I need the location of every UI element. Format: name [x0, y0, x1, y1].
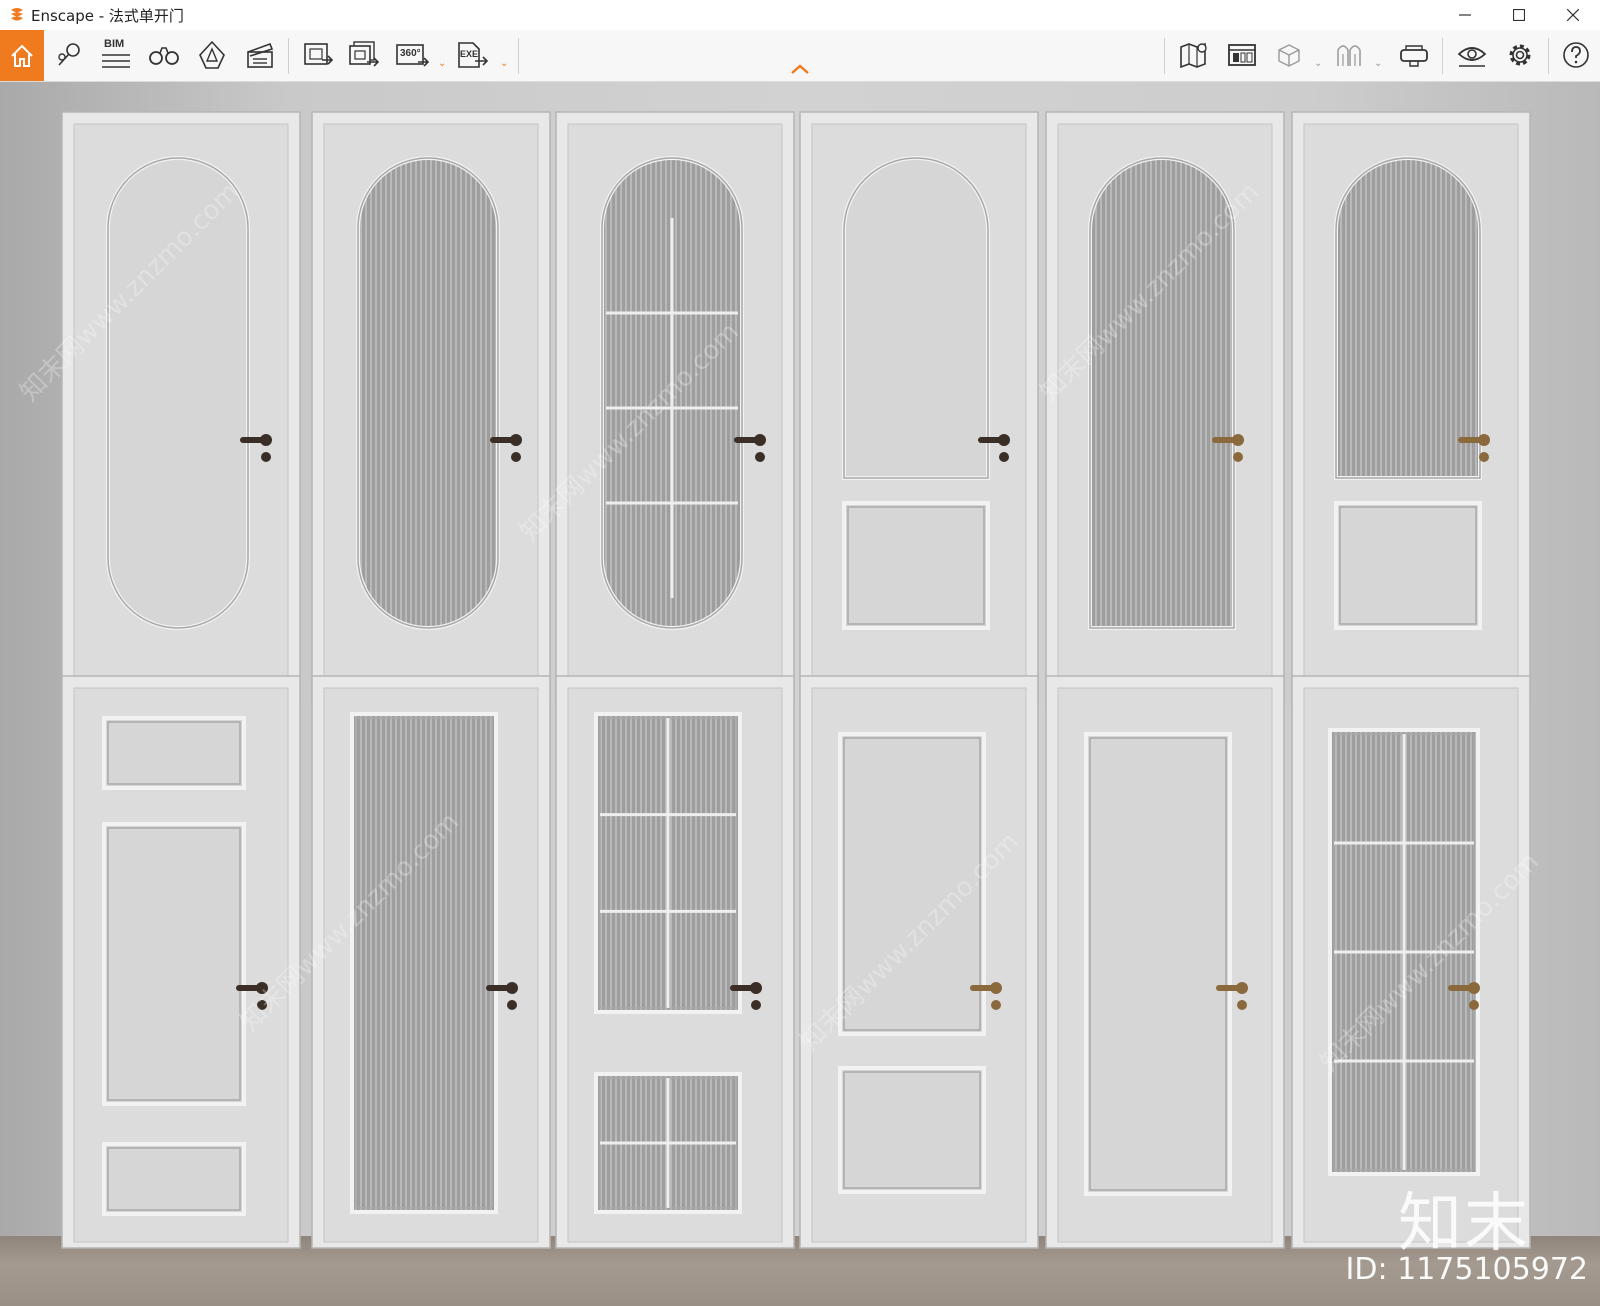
minimap-button[interactable]	[1224, 36, 1260, 74]
collapse-toolbar-button[interactable]	[790, 62, 810, 80]
objects-button[interactable]	[1272, 36, 1306, 74]
eye-icon	[1457, 47, 1487, 67]
door-handle-rose	[1236, 982, 1248, 994]
arched-glass	[1334, 156, 1482, 480]
map-pin-icon	[58, 43, 80, 66]
window-title: Enscape - 法式单开门	[31, 6, 184, 25]
door-lock	[1233, 452, 1243, 462]
door-lock	[261, 452, 271, 462]
chevron-up-icon	[791, 64, 809, 74]
toolbar-separator	[288, 38, 289, 74]
minimize-button[interactable]	[1438, 0, 1492, 30]
door-lock	[755, 452, 765, 462]
door-lock	[751, 1000, 761, 1010]
minimap-icon	[1228, 44, 1256, 66]
home-button[interactable]	[0, 30, 44, 81]
title-bar: Enscape - 法式单开门	[0, 0, 1600, 30]
door-handle-rose	[754, 434, 766, 446]
vr-button[interactable]	[1396, 36, 1432, 74]
lower-panel	[838, 1066, 986, 1194]
door-handle-rose	[990, 982, 1002, 994]
settings-button[interactable]	[1502, 36, 1538, 74]
walk-mode-button[interactable]	[146, 36, 182, 74]
door-handle-rose	[260, 434, 272, 446]
enscape-logo-icon	[11, 8, 23, 21]
gear-icon	[1509, 44, 1531, 66]
batch-render-button[interactable]	[346, 36, 382, 74]
asset-library-button[interactable]	[194, 36, 230, 74]
door-handle-rose	[510, 434, 522, 446]
door-lock	[991, 1000, 1001, 1010]
toolbar-separator	[1548, 38, 1549, 74]
map-icon	[1180, 42, 1207, 69]
door-handle-rose	[750, 982, 762, 994]
home-icon	[11, 44, 33, 67]
lower-panel	[102, 1142, 246, 1216]
minimize-icon	[1459, 14, 1471, 16]
lower-panel	[842, 501, 990, 630]
screenshot-button[interactable]	[300, 36, 336, 74]
full-panel	[1084, 732, 1232, 1196]
vr-headset-icon	[1400, 45, 1428, 67]
full-glass	[350, 712, 498, 1214]
door-lock	[999, 452, 1009, 462]
cube-icon	[1278, 44, 1300, 67]
panorama-dropdown-chevron-icon[interactable]: ⌄	[438, 58, 446, 69]
watermark-logo: 知末	[1398, 1187, 1530, 1261]
door-handle-rose	[1478, 434, 1490, 446]
lower-panel	[1334, 501, 1482, 630]
close-icon	[1567, 9, 1579, 21]
asset-library-icon	[199, 40, 225, 69]
door-lock	[511, 452, 521, 462]
objects-dropdown-chevron-icon[interactable]: ⌄	[1314, 58, 1322, 69]
help-button[interactable]	[1558, 36, 1594, 74]
watermark-id: ID: 1175105972	[1345, 1252, 1588, 1287]
middle-panel	[102, 822, 246, 1106]
export-exe-label: EXE	[460, 49, 479, 59]
render-image-icon	[304, 43, 334, 65]
visual-settings-button[interactable]	[1454, 36, 1490, 74]
help-icon	[1563, 42, 1589, 68]
batch-render-icon	[349, 41, 380, 67]
door-lock	[1237, 1000, 1247, 1010]
maximize-button[interactable]	[1492, 0, 1546, 30]
close-button[interactable]	[1546, 0, 1600, 30]
bim-button[interactable]: BIM	[98, 36, 134, 74]
door-lock	[507, 1000, 517, 1010]
door-render-scene	[61, 111, 1531, 1249]
materials-dropdown-chevron-icon[interactable]: ⌄	[1374, 58, 1382, 69]
views-button[interactable]	[52, 36, 86, 74]
bim-icon: BIM	[100, 38, 132, 72]
panorama-label: 360°	[400, 48, 421, 59]
render-viewport[interactable]: 知末网www.znzmo.com 知末网www.znzmo.com 知末网www…	[0, 82, 1600, 1306]
materials-button[interactable]	[1332, 36, 1366, 74]
door-lock	[1479, 452, 1489, 462]
door-handle-rose	[1468, 982, 1480, 994]
arched-panel	[842, 156, 990, 480]
maximize-icon	[1513, 9, 1525, 21]
map-button[interactable]	[1176, 36, 1212, 74]
material-icon	[1337, 45, 1361, 66]
clapperboard-icon	[247, 42, 274, 68]
door-handle-rose	[506, 982, 518, 994]
enscape-toolbar: BIM 360° ⌄ EXE ⌄ ⌄ ⌄	[0, 30, 1600, 82]
bim-label: BIM	[104, 38, 125, 50]
video-editor-button[interactable]	[242, 36, 278, 74]
panorama-360-icon: 360°	[394, 40, 430, 70]
door-handle-rose	[1232, 434, 1244, 446]
toolbar-separator	[1442, 38, 1443, 74]
export-dropdown-chevron-icon[interactable]: ⌄	[500, 58, 508, 69]
door-lock	[1469, 1000, 1479, 1010]
toolbar-separator	[1164, 38, 1165, 74]
export-exe-icon: EXE	[455, 40, 489, 70]
toolbar-separator	[518, 38, 519, 74]
export-exe-button[interactable]: EXE	[454, 36, 490, 74]
capsule-glass	[356, 156, 500, 630]
door-handle-rose	[998, 434, 1010, 446]
panorama-button[interactable]: 360°	[392, 36, 432, 74]
upper-panel	[102, 716, 246, 790]
binoculars-icon	[149, 47, 179, 65]
